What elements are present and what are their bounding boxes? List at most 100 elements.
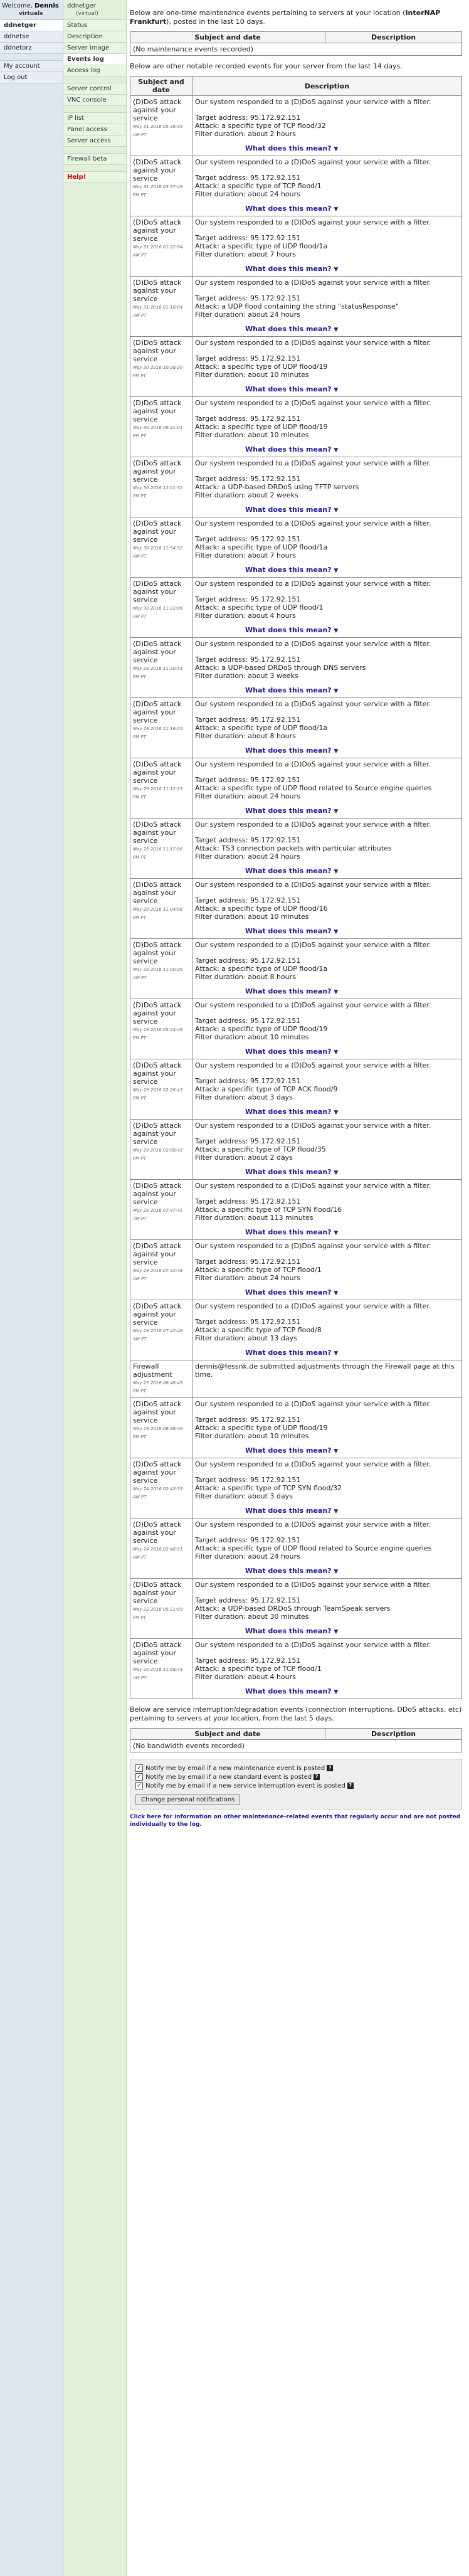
event-spacer [195, 648, 459, 655]
event-row: (D)DoS attack against your service May 29… [130, 637, 462, 698]
what-does-this-mean-link[interactable]: What does this mean? ▼ [245, 1507, 459, 1516]
server-nav-item-server-control[interactable]: Server control [63, 83, 126, 95]
what-does-this-mean-link[interactable]: What does this mean? ▼ [245, 1047, 459, 1057]
welcome-user: Dennis [34, 3, 59, 9]
event-summary: Our system responded to a (D)DoS against… [195, 278, 431, 287]
chevron-down-icon: ▼ [334, 1629, 339, 1635]
event-summary: Our system responded to a (D)DoS against… [195, 1001, 431, 1009]
server-nav-subtitle: (virtual) [63, 11, 126, 20]
server-nav-item-events-log[interactable]: Events log [63, 54, 126, 65]
event-target: Target address: 95.172.92.151 [195, 234, 301, 242]
what-does-this-mean-link[interactable]: What does this mean? ▼ [245, 1108, 459, 1117]
event-target: Target address: 95.172.92.151 [195, 475, 301, 483]
sidebar-item-ddnetorz[interactable]: ddnetorz [0, 43, 63, 54]
event-duration: Filter duration: about 24 hours [195, 190, 300, 198]
what-does-this-mean-link[interactable]: What does this mean? ▼ [245, 385, 459, 395]
server-nav-item-server-access[interactable]: Server access [63, 135, 126, 147]
what-does-this-mean-link[interactable]: What does this mean? ▼ [245, 807, 459, 816]
event-description: Our system responded to a (D)DoS against… [192, 156, 462, 216]
what-does-this-mean-link[interactable]: What does this mean? ▼ [245, 987, 459, 997]
what-does-this-mean-link[interactable]: What does this mean? ▼ [245, 1288, 459, 1298]
what-does-this-mean-link[interactable]: What does this mean? ▼ [245, 1168, 459, 1177]
event-spacer [195, 889, 459, 896]
event-title: (D)DoS attack against your service [133, 1400, 182, 1424]
event-title: (D)DoS attack against your service [133, 580, 182, 604]
what-does-this-mean-link[interactable]: What does this mean? ▼ [245, 1349, 459, 1358]
event-summary: Our system responded to a (D)DoS against… [195, 1242, 431, 1250]
what-does-this-mean-link[interactable]: What does this mean? ▼ [245, 1627, 459, 1636]
sidebar-item-ddnetse[interactable]: ddnetse [0, 31, 63, 43]
what-does-this-mean-link[interactable]: What does this mean? ▼ [245, 204, 459, 214]
event-attack: Attack: a specific type of UDP flood/1a [195, 242, 328, 250]
what-does-this-mean-link[interactable]: What does this mean? ▼ [245, 1228, 459, 1238]
sidebar-item-ddnetger[interactable]: ddnetger [0, 20, 63, 31]
chevron-down-icon: ▼ [334, 929, 339, 935]
server-nav-item-panel-access[interactable]: Panel access [63, 124, 126, 135]
what-does-this-mean-link[interactable]: What does this mean? ▼ [245, 506, 459, 515]
what-does-this-mean-link[interactable]: What does this mean? ▼ [245, 686, 459, 696]
what-does-this-mean-link[interactable]: What does this mean? ▼ [245, 1567, 459, 1576]
event-description: dennis@fessnk.de submitted adjustments t… [192, 1360, 462, 1398]
more-link-label: What does this mean? [245, 626, 332, 634]
server-nav-item-firewall-beta[interactable]: Firewall beta [63, 153, 126, 165]
event-date: May 22 2016 05:21:09 PM PT [133, 1607, 183, 1620]
more-link-label: What does this mean? [245, 204, 332, 213]
event-subject: (D)DoS attack against your service May 29… [130, 1179, 192, 1240]
help-icon[interactable]: ? [327, 1765, 334, 1771]
what-does-this-mean-link[interactable]: What does this mean? ▼ [245, 325, 459, 334]
event-duration: Filter duration: about 3 days [195, 1093, 293, 1101]
event-summary: Our system responded to a (D)DoS against… [195, 760, 431, 768]
server-nav-item-vnc-console[interactable]: VNC console [63, 95, 126, 106]
chevron-down-icon: ▼ [334, 146, 339, 152]
welcome-line: Welcome, Dennis [0, 0, 63, 11]
chevron-down-icon: ▼ [334, 1110, 339, 1116]
help-icon[interactable]: ? [347, 1783, 354, 1789]
event-summary: Our system responded to a (D)DoS against… [195, 1641, 431, 1649]
server-nav-item-description[interactable]: Description [63, 31, 126, 43]
event-date: May 29 2016 11:12:23 PM PT [133, 787, 183, 800]
notification-option-label: Notify me by email if a new service inte… [145, 1782, 345, 1789]
what-does-this-mean-link[interactable]: What does this mean? ▼ [245, 144, 459, 154]
what-does-this-mean-link[interactable]: What does this mean? ▼ [245, 927, 459, 936]
what-does-this-mean-link[interactable]: What does this mean? ▼ [245, 265, 459, 274]
event-attack: Attack: TS3 connection packets with part… [195, 844, 392, 852]
event-subject: (D)DoS attack against your service May 30… [130, 457, 192, 517]
notification-checkbox[interactable]: ✓ [135, 1782, 143, 1789]
what-does-this-mean-link[interactable]: What does this mean? ▼ [245, 1687, 459, 1697]
server-nav-item-status[interactable]: Status [63, 20, 126, 31]
server-nav-item-help[interactable]: Help! [63, 171, 126, 183]
sidebar-item-my-account[interactable]: My account [0, 60, 63, 72]
event-target: Target address: 95.172.92.151 [195, 1197, 301, 1206]
notification-checkbox[interactable]: ✓ [135, 1764, 143, 1772]
event-row: (D)DoS attack against your service May 29… [130, 999, 462, 1059]
event-attack: Attack: a specific type of TCP flood/32 [195, 122, 326, 130]
what-does-this-mean-link[interactable]: What does this mean? ▼ [245, 746, 459, 756]
event-target: Target address: 95.172.92.151 [195, 716, 301, 724]
what-does-this-mean-link[interactable]: What does this mean? ▼ [245, 445, 459, 455]
event-spacer [195, 226, 459, 234]
event-description: Our system responded to a (D)DoS against… [192, 999, 462, 1059]
footer-info-link[interactable]: Click here for information on other main… [130, 1813, 462, 1828]
event-subject: (D)DoS attack against your service May 29… [130, 697, 192, 758]
what-does-this-mean-link[interactable]: What does this mean? ▼ [245, 1446, 459, 1456]
event-row: (D)DoS attack against your service May 29… [130, 938, 462, 999]
event-subject: (D)DoS attack against your service May 29… [130, 938, 192, 999]
event-date: May 29 2016 02:08:43 PM PT [133, 1148, 183, 1161]
what-does-this-mean-link[interactable]: What does this mean? ▼ [245, 626, 459, 635]
more-link-label: What does this mean? [245, 1288, 332, 1296]
what-does-this-mean-link[interactable]: What does this mean? ▼ [245, 566, 459, 575]
sidebar-item-log-out[interactable]: Log out [0, 72, 63, 83]
event-attack: Attack: a specific type of UDP flood rel… [195, 1544, 432, 1552]
event-row: (D)DoS attack against your service May 29… [130, 1239, 462, 1300]
event-target: Target address: 95.172.92.151 [195, 354, 301, 363]
help-icon[interactable]: ? [314, 1774, 320, 1780]
notification-checkbox[interactable]: ✓ [135, 1773, 143, 1781]
change-notifications-button[interactable]: Change personal notifications [135, 1794, 241, 1805]
server-nav-item-server-image[interactable]: Server image [63, 43, 126, 54]
server-nav-item-access-log[interactable]: Access log [63, 65, 126, 77]
event-date: May 29 2016 02:26:43 PM PT [133, 1088, 183, 1101]
more-link-label: What does this mean? [245, 325, 332, 333]
event-row: (D)DoS attack against your service May 30… [130, 517, 462, 578]
what-does-this-mean-link[interactable]: What does this mean? ▼ [245, 867, 459, 876]
server-nav-item-ip-list[interactable]: IP list [63, 112, 126, 124]
